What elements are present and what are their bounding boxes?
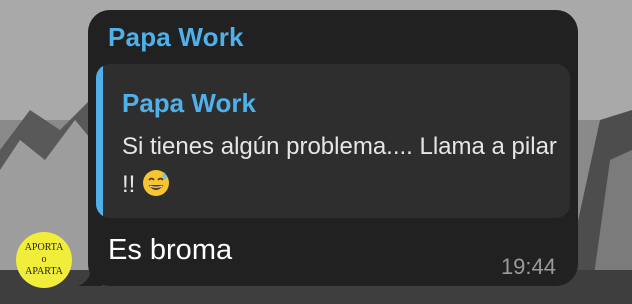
reply-text: Si tienes algún problema.... Llama a pil… <box>122 133 557 198</box>
message-timestamp: 19:44 <box>500 254 556 279</box>
avatar-text-line-2: o <box>41 254 47 265</box>
avatar[interactable]: APORTA o APARTA <box>16 232 72 288</box>
sender-name[interactable]: Papa Work <box>108 22 244 53</box>
avatar-text-line-1: APORTA <box>24 242 64 253</box>
message-bubble[interactable]: Papa Work Papa Work Si tienes algún prob… <box>88 10 578 286</box>
reply-sender-name: Papa Work <box>122 88 256 118</box>
avatar-text-line-3: APARTA <box>25 266 63 277</box>
sweat-smile-emoji-icon <box>143 170 170 196</box>
message-text: Es broma <box>108 234 233 266</box>
reply-text-container: Si tienes algún problema.... Llama a pil… <box>122 128 562 204</box>
reply-accent-bar <box>96 64 103 218</box>
reply-quote[interactable]: Papa Work Si tienes algún problema.... L… <box>96 64 570 218</box>
